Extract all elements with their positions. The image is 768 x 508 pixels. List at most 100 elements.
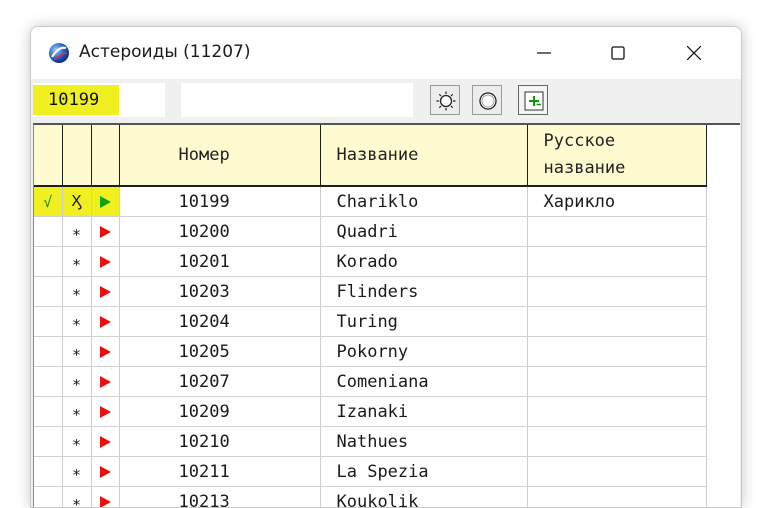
- table-row[interactable]: * 10209Izanaki: [34, 397, 706, 427]
- play-triangle-icon: [100, 316, 111, 328]
- row-arrow: [91, 487, 119, 508]
- close-button[interactable]: [671, 27, 717, 79]
- row-mark-cell: *: [62, 427, 91, 457]
- row-number: 10209: [119, 397, 320, 427]
- play-triangle-icon: [100, 496, 111, 508]
- row-russian-name: [527, 367, 706, 397]
- app-window: Астероиды (11207) 10199: [30, 26, 742, 508]
- header-row: Номер Название Русское название: [34, 125, 706, 186]
- table-row[interactable]: *10213Koukolik: [34, 487, 706, 508]
- play-triangle-icon: [100, 346, 111, 358]
- row-name: Nathues: [320, 427, 527, 457]
- row-mark: *: [72, 256, 81, 274]
- play-triangle-icon: [100, 406, 111, 418]
- row-name: Comeniana: [320, 367, 527, 397]
- row-indicator: [34, 217, 62, 247]
- add-square-icon: [524, 91, 544, 111]
- row-mark: *: [72, 466, 81, 484]
- row-indicator: [34, 247, 62, 277]
- row-russian-name: [527, 217, 706, 247]
- play-triangle-icon: [100, 376, 111, 388]
- header-indicator-1[interactable]: [34, 125, 62, 186]
- table-row-current[interactable]: √ Ӽ 10199 Chariklo Харикло: [34, 186, 706, 217]
- table-row[interactable]: * 10207Comeniana: [34, 367, 706, 397]
- row-indicator: [34, 277, 62, 307]
- row-mark-cell: *: [62, 247, 91, 277]
- row-name: Korado: [320, 247, 527, 277]
- row-arrow: [91, 277, 119, 307]
- row-number: 10205: [119, 337, 320, 367]
- row-indicator: [34, 367, 62, 397]
- row-arrow: [91, 217, 119, 247]
- row-indicator: [34, 337, 62, 367]
- row-mark-cell: *: [62, 277, 91, 307]
- row-name: Izanaki: [320, 397, 527, 427]
- row-mark: *: [72, 376, 81, 394]
- globe-icon: [48, 42, 70, 64]
- sun-icon: [436, 91, 456, 111]
- row-mark-cell: *: [62, 337, 91, 367]
- row-indicator: [34, 427, 62, 457]
- table-row[interactable]: * 10211La Spezia: [34, 457, 706, 487]
- row-mark: *: [72, 406, 81, 424]
- circle-button[interactable]: [472, 85, 502, 115]
- row-russian-name: [527, 397, 706, 427]
- number-field-value: 10199: [48, 90, 99, 110]
- add-button[interactable]: [518, 85, 548, 115]
- row-russian-name: [527, 307, 706, 337]
- row-arrow: [91, 397, 119, 427]
- row-arrow: [91, 186, 119, 217]
- row-number: 10207: [119, 367, 320, 397]
- row-name: La Spezia: [320, 457, 527, 487]
- row-check: √: [34, 186, 62, 217]
- header-indicator-3[interactable]: [91, 125, 119, 186]
- maximize-button[interactable]: [595, 27, 641, 79]
- row-mark: *: [72, 316, 81, 334]
- table-row[interactable]: * 10210Nathues: [34, 427, 706, 457]
- row-mark-cell: *: [62, 487, 91, 508]
- row-russian-name: [527, 337, 706, 367]
- row-russian-name: [527, 457, 706, 487]
- toolbar: 10199: [31, 79, 741, 123]
- close-icon: [687, 46, 701, 60]
- sun-button[interactable]: [430, 85, 460, 115]
- play-triangle-icon: [100, 196, 111, 208]
- row-mark: *: [72, 496, 81, 508]
- row-mark: *: [72, 286, 81, 304]
- row-name: Turing: [320, 307, 527, 337]
- title-bar[interactable]: Астероиды (11207): [31, 27, 741, 79]
- minimize-button[interactable]: [521, 27, 567, 79]
- row-arrow: [91, 337, 119, 367]
- row-arrow: [91, 307, 119, 337]
- play-triangle-icon: [100, 466, 111, 478]
- header-name[interactable]: Название: [320, 125, 527, 186]
- row-number: 10200: [119, 217, 320, 247]
- row-name: Pokorny: [320, 337, 527, 367]
- circle-icon: [478, 91, 498, 111]
- header-indicator-2[interactable]: [62, 125, 91, 186]
- search-input[interactable]: [181, 83, 413, 117]
- row-number: 10201: [119, 247, 320, 277]
- row-number: 10210: [119, 427, 320, 457]
- row-mark-cell: *: [62, 457, 91, 487]
- row-mark-cell: *: [62, 217, 91, 247]
- row-arrow: [91, 457, 119, 487]
- table-row[interactable]: *10203Flinders: [34, 277, 706, 307]
- row-arrow: [91, 427, 119, 457]
- table-row[interactable]: *10200Quadri: [34, 217, 706, 247]
- play-triangle-icon: [100, 436, 111, 448]
- row-number: 10211: [119, 457, 320, 487]
- table-row[interactable]: * 10201Korado: [34, 247, 706, 277]
- asteroids-grid[interactable]: Номер Название Русское название √ Ӽ 1019…: [33, 123, 740, 508]
- header-russian-name[interactable]: Русское название: [527, 125, 706, 186]
- table-row[interactable]: *10204Turing: [34, 307, 706, 337]
- play-triangle-icon: [100, 256, 111, 268]
- row-indicator: [34, 397, 62, 427]
- header-number[interactable]: Номер: [119, 125, 320, 186]
- table-row[interactable]: * 10205Pokorny: [34, 337, 706, 367]
- row-number: 10213: [119, 487, 320, 508]
- row-arrow: [91, 367, 119, 397]
- row-mark-cell: *: [62, 307, 91, 337]
- number-field[interactable]: 10199: [33, 83, 165, 117]
- row-name: Flinders: [320, 277, 527, 307]
